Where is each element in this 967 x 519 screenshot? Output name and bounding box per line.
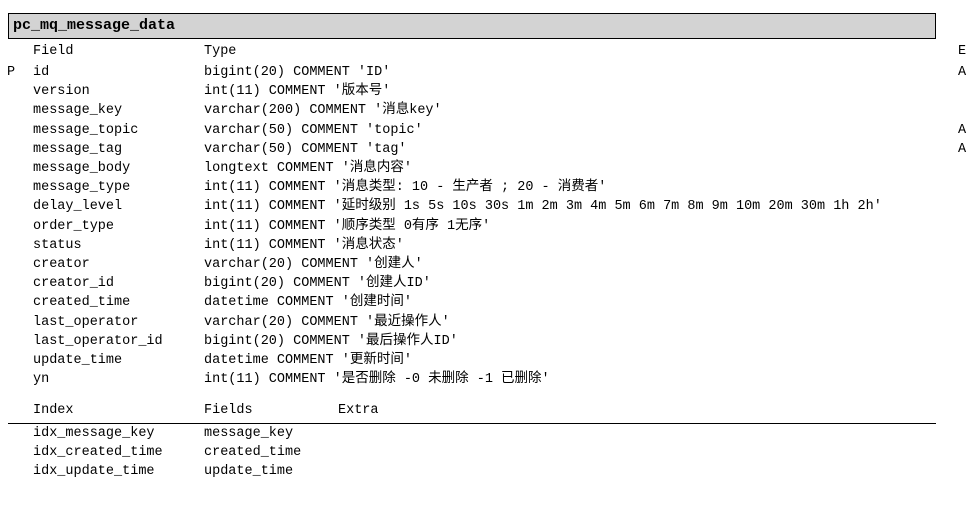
column-extra: A	[958, 123, 967, 138]
column-name: last_operator	[33, 315, 139, 330]
index-header-fields: Fields	[204, 403, 253, 418]
column-name: id	[33, 65, 50, 80]
column-type: varchar(20) COMMENT '创建人'	[204, 257, 423, 272]
column-header-type: Type	[204, 44, 237, 59]
index-fields: message_key	[204, 426, 294, 441]
column-type: longtext COMMENT '消息内容'	[204, 161, 412, 176]
table-name: pc_mq_message_data	[13, 17, 176, 34]
column-type: datetime COMMENT '创建时间'	[204, 295, 412, 310]
column-type: varchar(50) COMMENT 'tag'	[204, 142, 407, 157]
column-header-extra: E	[958, 44, 967, 59]
index-name: idx_created_time	[33, 445, 163, 460]
table-title-bar: pc_mq_message_data	[8, 13, 936, 39]
column-name: order_type	[33, 219, 115, 234]
index-divider	[8, 423, 936, 424]
column-name: yn	[33, 372, 50, 387]
column-name: version	[33, 84, 90, 99]
column-type: varchar(200) COMMENT '消息key'	[204, 103, 442, 118]
index-fields: update_time	[204, 464, 294, 479]
column-type: int(11) COMMENT '延时级别 1s 5s 10s 30s 1m 2…	[204, 199, 882, 214]
index-name: idx_update_time	[33, 464, 155, 479]
column-type: bigint(20) COMMENT 'ID'	[204, 65, 391, 80]
column-name: message_body	[33, 161, 131, 176]
column-type: int(11) COMMENT '是否删除 -0 未删除 -1 已删除'	[204, 372, 550, 387]
column-extra: A	[958, 65, 967, 80]
index-name: idx_message_key	[33, 426, 155, 441]
column-name: status	[33, 238, 82, 253]
column-name: message_topic	[33, 123, 139, 138]
column-type: int(11) COMMENT '消息类型: 10 - 生产者 ; 20 - 消…	[204, 180, 607, 195]
column-type: datetime COMMENT '更新时间'	[204, 353, 412, 368]
index-header-extra: Extra	[338, 403, 379, 418]
column-name: created_time	[33, 295, 131, 310]
column-name: message_tag	[33, 142, 123, 157]
column-name: update_time	[33, 353, 123, 368]
column-header-field: Field	[33, 44, 74, 59]
column-name: message_key	[33, 103, 123, 118]
index-header-index: Index	[33, 403, 74, 418]
column-name: last_operator_id	[33, 334, 163, 349]
index-fields: created_time	[204, 445, 302, 460]
column-name: delay_level	[33, 199, 123, 214]
column-type: int(11) COMMENT '版本号'	[204, 84, 391, 99]
column-name: message_type	[33, 180, 131, 195]
column-type: bigint(20) COMMENT '最后操作人ID'	[204, 334, 458, 349]
column-extra: A	[958, 142, 967, 157]
column-name: creator	[33, 257, 90, 272]
column-type: varchar(20) COMMENT '最近操作人'	[204, 315, 450, 330]
column-name: creator_id	[33, 276, 115, 291]
column-type: bigint(20) COMMENT '创建人ID'	[204, 276, 431, 291]
column-type: varchar(50) COMMENT 'topic'	[204, 123, 423, 138]
column-key-marker: P	[7, 65, 16, 80]
column-type: int(11) COMMENT '消息状态'	[204, 238, 404, 253]
column-type: int(11) COMMENT '顺序类型 0有序 1无序'	[204, 219, 491, 234]
